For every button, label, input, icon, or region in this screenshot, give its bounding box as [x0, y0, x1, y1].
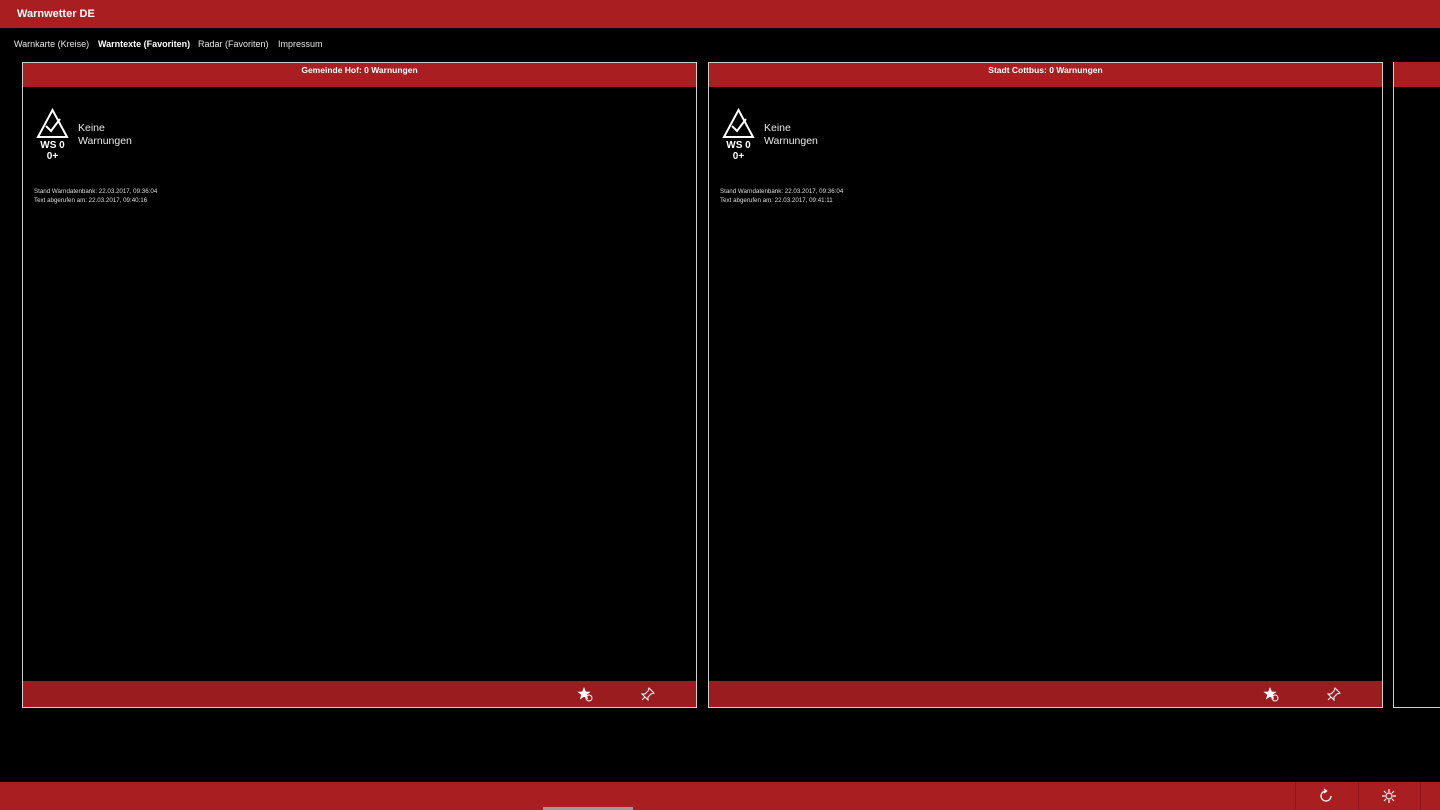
warning-level-sub: 0+	[732, 151, 745, 162]
card-meta: Stand Warndatenbank: 22.03.2017, 09:36:0…	[720, 187, 843, 205]
app-bar-divider	[1358, 782, 1359, 810]
tab-impressum[interactable]: Impressum	[278, 39, 323, 49]
fetched-timestamp: Text abgerufen am: 22.03.2017, 09:40:16	[34, 197, 148, 204]
app-bar-divider	[1420, 782, 1421, 810]
status-line2: Warnungen	[764, 135, 818, 147]
status-line2: Warnungen	[78, 135, 132, 147]
card-header	[1394, 62, 1440, 87]
pin-icon[interactable]	[1326, 686, 1342, 702]
status-line1: Keine	[764, 122, 791, 134]
card-footer	[709, 681, 1382, 707]
check-triangle-icon	[36, 108, 69, 138]
warning-level: WS 0	[40, 140, 65, 151]
pin-icon[interactable]	[640, 686, 656, 702]
database-timestamp: Stand Warndatenbank: 22.03.2017, 09:36:0…	[34, 188, 158, 195]
warning-card-partial	[1393, 62, 1440, 708]
app-bar	[0, 782, 1440, 810]
tab-warnkarte[interactable]: Warnkarte (Kreise)	[14, 39, 89, 49]
tab-radar[interactable]: Radar (Favoriten)	[198, 39, 269, 49]
app-title: Warnwetter DE	[17, 8, 95, 20]
warning-level: WS 0	[726, 140, 751, 151]
card-header: Gemeinde Hof: 0 Warnungen	[23, 63, 696, 87]
warning-card-hof: Gemeinde Hof: 0 Warnungen WS 0 0+ Keine …	[22, 62, 697, 708]
fetched-timestamp: Text abgerufen am: 22.03.2017, 09:41:11	[720, 197, 833, 204]
warning-status: WS 0 0+ Keine Warnungen	[722, 108, 862, 168]
status-text: Keine Warnungen	[764, 122, 844, 148]
database-timestamp: Stand Warndatenbank: 22.03.2017, 09:36:0…	[720, 188, 844, 195]
warning-status: WS 0 0+ Keine Warnungen	[36, 108, 176, 168]
card-footer	[23, 681, 696, 707]
app-bar-divider	[1295, 782, 1296, 810]
status-text: Keine Warnungen	[78, 122, 158, 148]
tab-warntexte[interactable]: Warntexte (Favoriten)	[98, 39, 190, 49]
card-header: Stadt Cottbus: 0 Warnungen	[709, 63, 1382, 87]
refresh-icon[interactable]	[1317, 787, 1335, 805]
card-meta: Stand Warndatenbank: 22.03.2017, 09:36:0…	[34, 187, 157, 205]
star-remove-icon[interactable]	[577, 686, 593, 702]
status-line1: Keine	[78, 122, 105, 134]
warning-card-cottbus: Stadt Cottbus: 0 Warnungen WS 0 0+ Keine…	[708, 62, 1383, 708]
star-remove-icon[interactable]	[1263, 686, 1279, 702]
settings-icon[interactable]	[1380, 787, 1398, 805]
warning-level-sub: 0+	[46, 151, 59, 162]
check-triangle-icon	[722, 108, 755, 138]
title-bar: Warnwetter DE	[0, 0, 1440, 28]
